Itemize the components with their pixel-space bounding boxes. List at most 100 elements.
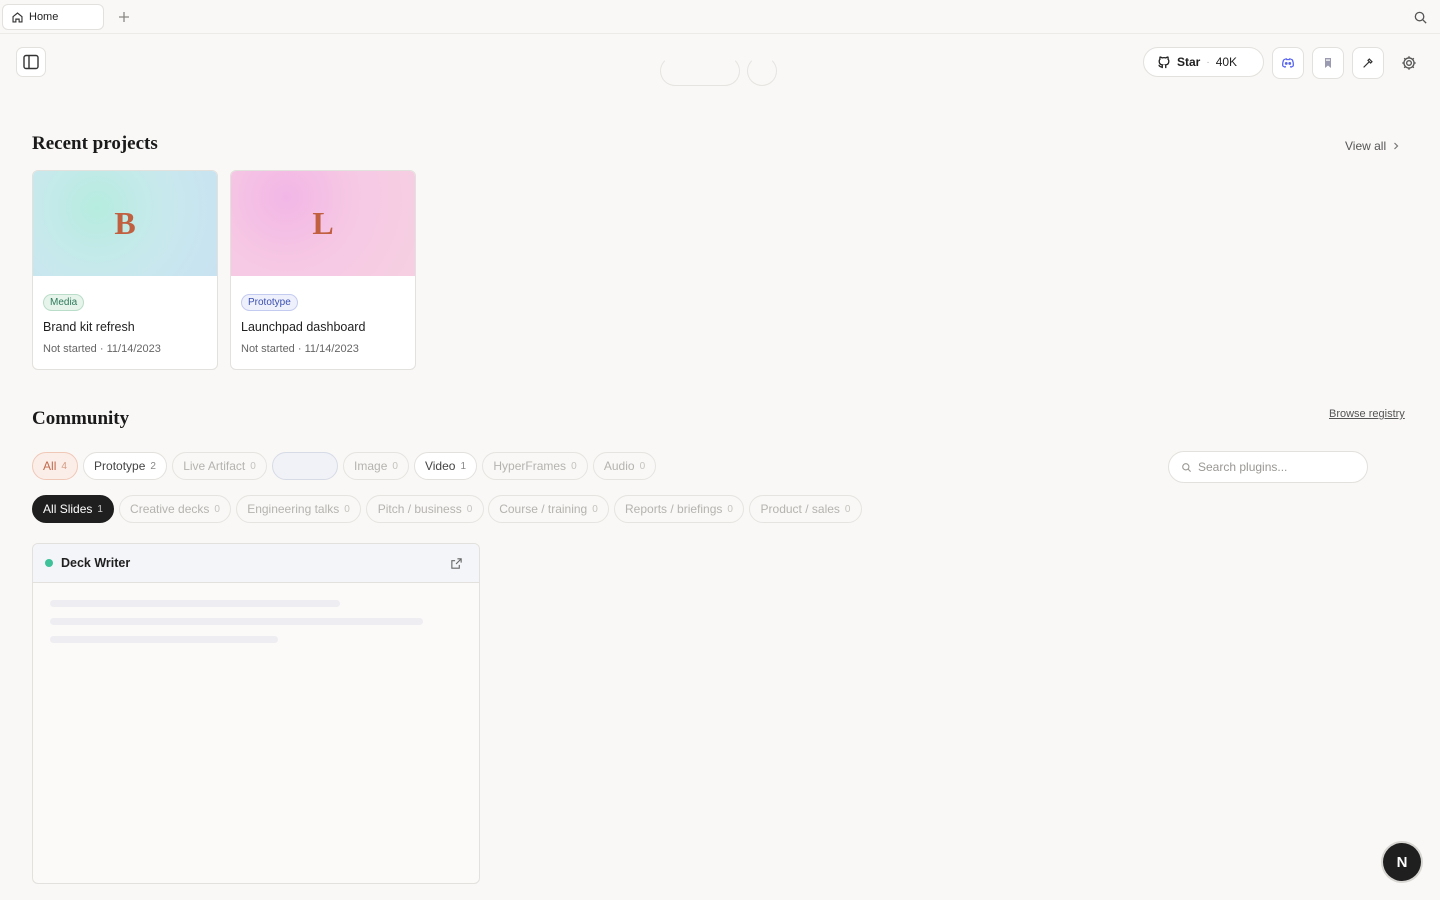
chip-count: 1 (460, 460, 467, 472)
star-separator: · (1206, 56, 1210, 68)
tab-home[interactable]: Home (2, 4, 104, 30)
subfilter-chip-course-training[interactable]: Course / training 0 (488, 495, 609, 523)
subfilter-chip-creative-decks[interactable]: Creative decks 0 (119, 495, 231, 523)
chip-count: 0 (214, 503, 220, 515)
plus-icon (119, 12, 129, 22)
project-thumbnail: B (33, 171, 217, 276)
filter-chip-hidden[interactable] (272, 452, 338, 480)
chip-label: Image (354, 459, 388, 473)
hammer-icon (1363, 58, 1373, 68)
filter-chip-video[interactable]: Video 1 (414, 452, 477, 480)
bookmark-button[interactable] (1312, 47, 1344, 79)
tab-label: Home (29, 11, 59, 23)
project-status: Not started (241, 343, 295, 355)
home-icon (12, 11, 23, 23)
view-all-label: View all (1345, 139, 1387, 153)
loading-skeleton-line (50, 636, 278, 643)
star-count: 40K (1215, 55, 1238, 69)
loading-skeleton-line (50, 600, 340, 607)
view-all-link[interactable]: View all (1345, 139, 1400, 153)
browse-registry-link[interactable]: Browse registry (1329, 408, 1405, 420)
github-icon (1158, 56, 1170, 69)
chip-label: Creative decks (130, 502, 210, 516)
chip-count: 2 (150, 460, 156, 472)
project-thumbnail: L (231, 171, 415, 276)
search-plugins-input[interactable] (1198, 460, 1358, 474)
loading-skeleton-line (50, 618, 423, 625)
chevron-right-icon (1394, 142, 1399, 150)
gear-icon (1402, 56, 1416, 70)
filter-chip-prototype[interactable]: Prototype 2 (83, 452, 167, 480)
filter-chip-hyperframes[interactable]: HyperFrames 0 (482, 452, 588, 480)
plugin-card-header: Deck Writer (33, 544, 479, 583)
filter-chip-image[interactable]: Image 0 (343, 452, 409, 480)
sidebar-toggle-button[interactable] (16, 47, 46, 77)
chip-label: All (43, 459, 57, 473)
chip-label: Engineering talks (247, 502, 340, 516)
plugin-card-deck-writer[interactable]: Deck Writer (32, 543, 480, 884)
external-link-icon[interactable] (450, 557, 463, 570)
project-card-launchpad[interactable]: L Prototype Launchpad dashboard Not star… (230, 170, 416, 370)
subfilter-chip-reports-briefings[interactable]: Reports / briefings 0 (614, 495, 744, 523)
chip-count: 0 (592, 503, 598, 515)
meta-separator: · (99, 343, 104, 355)
project-initial: L (312, 205, 334, 241)
mode-pill[interactable] (660, 56, 740, 86)
chip-label: Pitch / business (377, 502, 462, 516)
chip-count: 4 (61, 460, 67, 472)
search-icon (1182, 462, 1192, 472)
discord-icon (1282, 58, 1294, 68)
bookmark-icon (1325, 58, 1331, 68)
settings-button[interactable] (1398, 52, 1420, 74)
discord-button[interactable] (1272, 47, 1304, 79)
subfilter-chip-product-sales[interactable]: Product / sales 0 (749, 495, 862, 523)
chip-count: 0 (844, 503, 851, 515)
meta-separator: · (297, 343, 302, 355)
chip-label: Live Artifact (183, 459, 246, 473)
chip-label: Reports / briefings (625, 502, 723, 516)
chip-count: 0 (571, 460, 577, 472)
project-status: Not started (43, 343, 97, 355)
chip-label: Product / sales (760, 502, 840, 516)
search-icon[interactable] (1413, 10, 1428, 25)
search-plugins-field[interactable] (1168, 451, 1368, 483)
new-tab-button[interactable] (116, 9, 132, 25)
chip-label: Prototype (94, 459, 146, 473)
project-card-brand-kit[interactable]: B Media Brand kit refresh Not started · … (32, 170, 218, 370)
chip-label: HyperFrames (493, 459, 567, 473)
chip-count: 0 (727, 503, 733, 515)
chip-count: 0 (392, 460, 398, 472)
status-dot (45, 559, 53, 567)
chip-label: Audio (603, 459, 635, 473)
subfilter-chip-pitch-business[interactable]: Pitch / business 0 (366, 495, 484, 523)
project-name: Brand kit refresh (43, 320, 135, 334)
sidebar-icon (23, 54, 39, 70)
chip-count: 1 (97, 503, 103, 515)
chip-count: 0 (466, 503, 473, 515)
project-date: 11/14/2023 (304, 343, 359, 355)
project-name: Launchpad dashboard (241, 320, 366, 334)
filter-chip-audio[interactable]: Audio 0 (593, 452, 656, 480)
recent-projects-title: Recent projects (32, 133, 158, 154)
chip-count: 0 (250, 460, 256, 472)
community-title: Community (32, 408, 130, 429)
project-meta: Not started · 11/14/2023 (43, 343, 207, 355)
chip-count: 0 (639, 460, 646, 472)
subfilter-chip-all-slides[interactable]: All Slides 1 (32, 495, 114, 523)
project-date: 11/14/2023 (106, 343, 161, 355)
github-star-button[interactable]: Star · 40K (1143, 47, 1264, 77)
chip-label: All Slides (43, 502, 93, 516)
project-type-badge: Media (43, 294, 85, 311)
tab-bar: Home (0, 0, 1440, 34)
mode-circle-button[interactable] (747, 56, 777, 86)
chip-label: Course / training (499, 502, 588, 516)
assistant-fab[interactable]: N (1383, 843, 1421, 881)
chip-label: Video (424, 459, 456, 473)
subfilter-chip-engineering-talks[interactable]: Engineering talks 0 (236, 495, 361, 523)
filter-chip-live-artifact[interactable]: Live Artifact 0 (172, 452, 267, 480)
project-meta: Not started · 11/14/2023 (241, 343, 405, 355)
project-type-badge: Prototype (241, 294, 298, 311)
tools-button[interactable] (1352, 47, 1384, 79)
filter-chip-all[interactable]: All 4 (32, 452, 78, 480)
chip-count: 0 (344, 503, 350, 515)
